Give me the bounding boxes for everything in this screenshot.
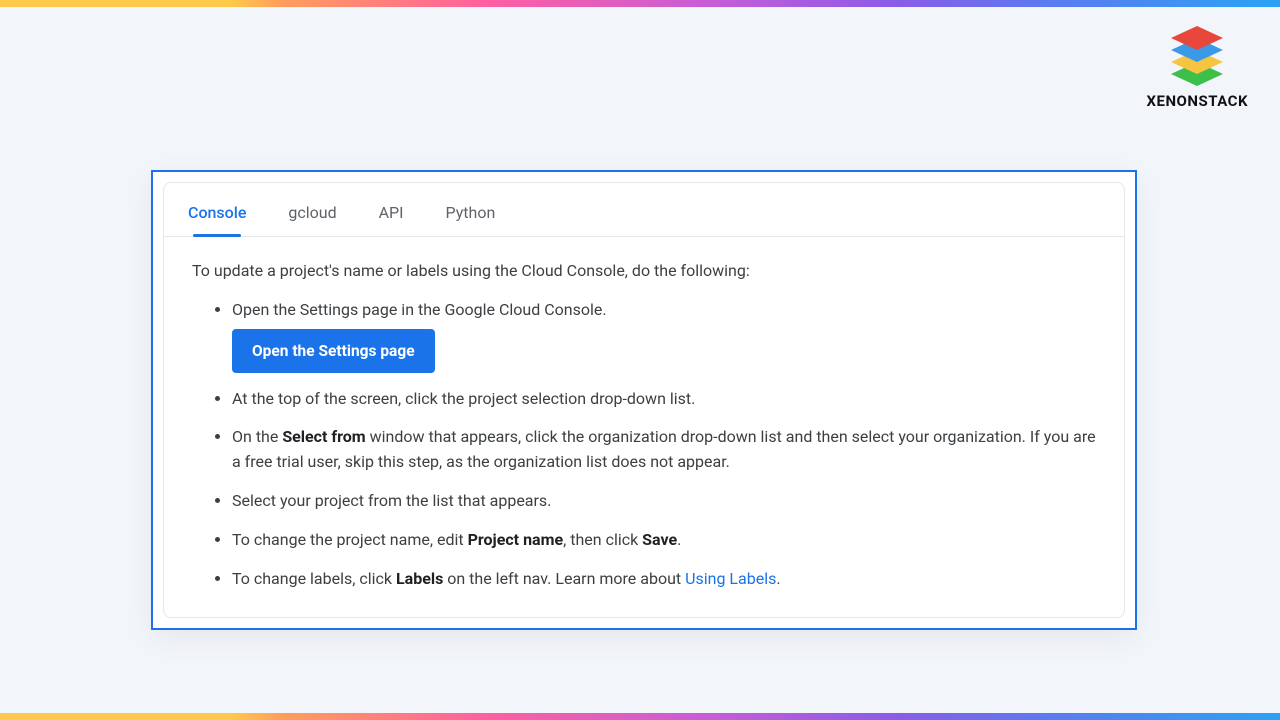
step-text: . bbox=[677, 530, 681, 549]
bold-labels: Labels bbox=[396, 569, 443, 588]
bold-project-name: Project name bbox=[468, 530, 564, 549]
stacked-layers-icon bbox=[1165, 22, 1229, 88]
step-text: Open the Settings page in the Google Clo… bbox=[232, 300, 607, 319]
tab-bar: Console gcloud API Python bbox=[164, 183, 1124, 237]
step-text: on the left nav. Learn more about bbox=[443, 569, 685, 588]
step-text: , then click bbox=[563, 530, 642, 549]
step-text: Select your project from the list that a… bbox=[232, 491, 551, 510]
brand-name: XENONSTACK bbox=[1146, 92, 1248, 110]
tab-label: API bbox=[379, 203, 404, 222]
step-text: On the bbox=[232, 427, 282, 446]
brand-logo: XENONSTACK bbox=[1146, 22, 1248, 110]
intro-text: To update a project's name or labels usi… bbox=[192, 259, 1096, 284]
tab-api[interactable]: API bbox=[377, 197, 406, 236]
bold-save: Save bbox=[642, 530, 677, 549]
tab-gcloud[interactable]: gcloud bbox=[286, 197, 338, 236]
step-text: . bbox=[776, 569, 780, 588]
tab-python[interactable]: Python bbox=[444, 197, 498, 236]
step-2: At the top of the screen, click the proj… bbox=[232, 387, 1096, 412]
step-6: To change labels, click Labels on the le… bbox=[232, 567, 1096, 592]
steps-list: Open the Settings page in the Google Clo… bbox=[192, 298, 1096, 592]
step-text: At the top of the screen, click the proj… bbox=[232, 389, 695, 408]
bottom-gradient-bar bbox=[0, 713, 1280, 720]
tab-label: Console bbox=[188, 203, 246, 222]
tab-console[interactable]: Console bbox=[186, 197, 248, 236]
step-4: Select your project from the list that a… bbox=[232, 489, 1096, 514]
tab-content: To update a project's name or labels usi… bbox=[164, 237, 1124, 617]
doc-card-inner: Console gcloud API Python To update a pr… bbox=[163, 182, 1125, 618]
step-5: To change the project name, edit Project… bbox=[232, 528, 1096, 553]
bold-select-from: Select from bbox=[282, 427, 365, 446]
step-text: To change the project name, edit bbox=[232, 530, 468, 549]
top-gradient-bar bbox=[0, 0, 1280, 7]
tab-label: Python bbox=[446, 203, 496, 222]
step-text: To change labels, click bbox=[232, 569, 396, 588]
open-settings-button[interactable]: Open the Settings page bbox=[232, 329, 435, 373]
using-labels-link[interactable]: Using Labels bbox=[685, 569, 776, 588]
tab-label: gcloud bbox=[288, 203, 336, 222]
doc-card: Console gcloud API Python To update a pr… bbox=[151, 170, 1137, 630]
step-1: Open the Settings page in the Google Clo… bbox=[232, 298, 1096, 373]
step-3: On the Select from window that appears, … bbox=[232, 425, 1096, 475]
